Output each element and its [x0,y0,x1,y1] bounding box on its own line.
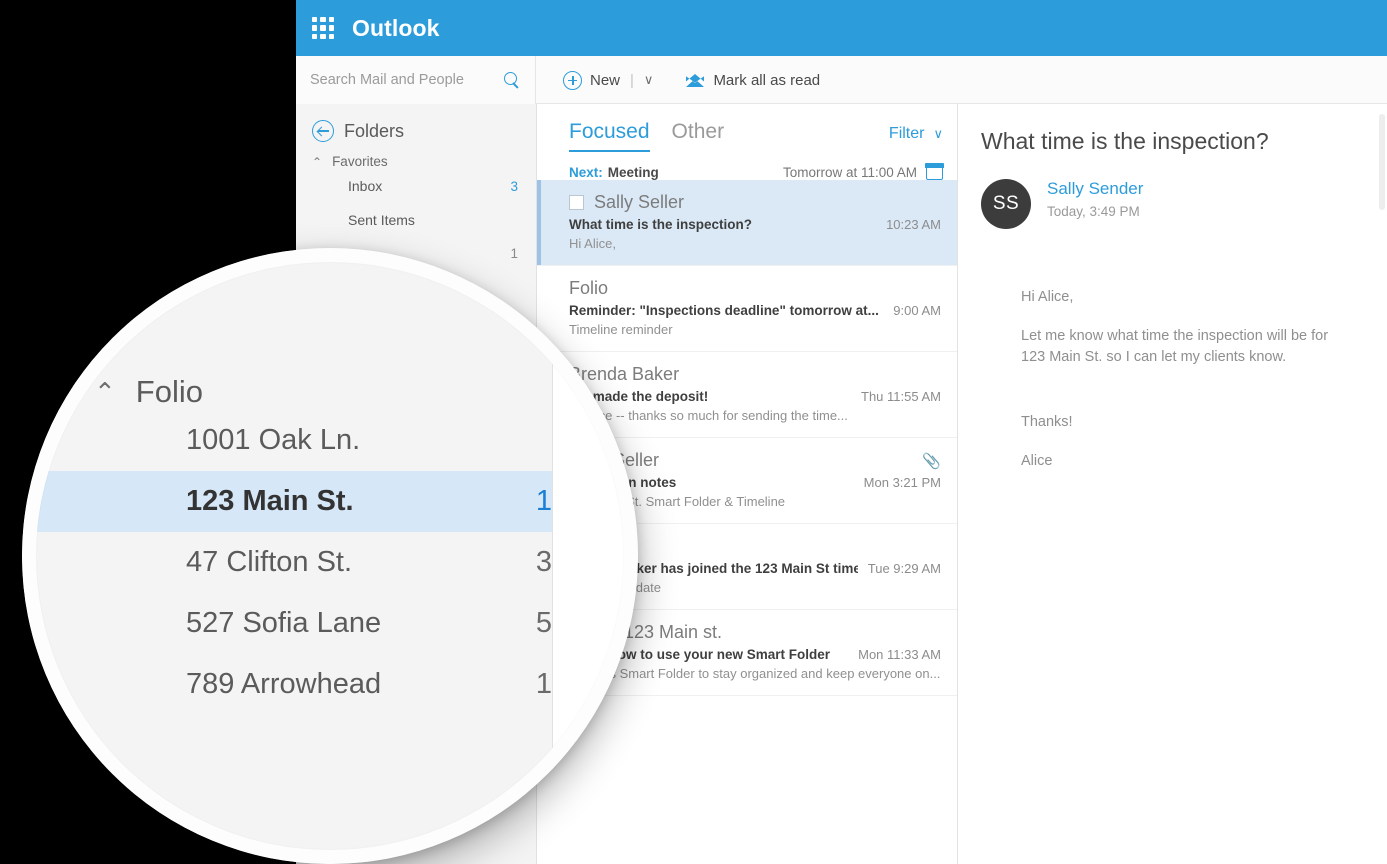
scrollbar[interactable] [1379,112,1385,764]
magnified-folder-label: 527 Sofia Lane [186,607,382,639]
sidebar-group-label: Favorites [332,154,388,169]
message-sender: Sally Seller [594,192,685,212]
page-title: Outlook [352,14,440,41]
message-preview: Use this Smart Folder to stay organized … [569,666,941,681]
mark-all-as-read-label: Mark all as read [713,71,821,89]
folders-label: Folders [344,120,405,141]
message-time: Mon 11:33 AM [858,647,941,662]
search-box[interactable] [296,56,536,104]
app-grid-icon[interactable] [312,17,334,39]
body-line: Hi Alice, [1021,289,1074,305]
magnified-folder-row[interactable]: 789 Arrowhead 1 [36,654,624,715]
magnified-folder-row[interactable]: 1001 Oak Ln. [36,410,624,471]
filter-button[interactable]: Filter ∨ [889,125,943,143]
new-button[interactable]: New | ∨ [563,70,654,90]
message-from-block: SS Sally Sender Today, 3:49 PM [959,155,1387,229]
new-button-label: New [590,71,621,89]
magnified-folder-label: 47 Clifton St. [186,546,353,578]
calendar-icon[interactable] [925,163,944,180]
message-subject: What time is the inspection? [569,217,753,232]
body-line: Thanks! [1021,414,1073,431]
tab-focused[interactable]: Focused [569,120,650,152]
avatar: SS [981,179,1031,229]
magnified-folder-label: 123 Main St. [186,485,354,517]
magnified-folder-list: ⌃ Folio 1001 Oak Ln. 123 Main St. 1 47 C… [36,262,624,850]
magnified-group-folio[interactable]: ⌃ Folio [36,262,624,410]
search-input[interactable] [310,72,500,88]
search-icon[interactable] [504,71,521,89]
pivot-row: Focused Other Filter ∨ [569,120,943,152]
list-item-top: Folio [569,278,941,299]
list-item-mid: Reminder: "Inspections deadline" tomorro… [569,303,941,318]
magnified-folder-row-selected[interactable]: 123 Main St. 1 [36,471,624,532]
message-time: 9:00 AM [893,303,941,318]
sidebar-item-label: Inbox [348,178,383,194]
screenshot-stage: Outlook New | ∨ [0,0,1387,864]
list-item-mid: What time is the inspection? 10:23 AM [569,217,941,232]
message-preview: Timeline reminder [569,322,673,337]
scrollbar-thumb[interactable] [1379,114,1385,210]
magnified-folder-row[interactable]: 527 Sofia Lane 5 [36,593,624,654]
magnified-folder-label: 789 Arrowhead [186,668,382,700]
command-bar: New | ∨ Mark all as read [537,56,852,104]
next-event-title: Meeting [607,164,659,180]
chevron-up-icon: ⌃ [312,154,323,169]
toolbar: New | ∨ Mark all as read [296,56,1387,104]
message-preview: Hi Alice -- thanks so much for sending t… [569,408,848,423]
chevron-down-icon[interactable]: ∨ [644,72,654,88]
list-item-mid: Learn how to use your new Smart Folder M… [569,647,941,662]
back-arrow-icon[interactable] [312,120,334,142]
app-header: Outlook [296,0,1387,56]
magnified-list-pane-edge [552,262,624,850]
message-subject-heading: What time is the inspection? [981,128,1269,154]
magnified-folder-label: 1001 Oak Ln. [186,424,361,456]
envelope-icon [685,73,705,88]
body-line: Let me know what time the inspection wil… [1021,328,1329,366]
chevron-up-icon: ⌃ [94,377,116,407]
plus-circle-icon [563,70,582,90]
sidebar-item-sent-items[interactable]: Sent Items [296,203,536,237]
attachment-icon: 📎 [922,452,941,470]
folders-header[interactable]: Folders [296,104,536,142]
sender-name[interactable]: Sally Sender [1047,179,1143,199]
message-time: Mon 3:21 PM [863,475,941,490]
message-time: 10:23 AM [886,217,941,232]
mark-all-as-read-button[interactable]: Mark all as read [685,72,820,89]
message-list-header: Focused Other Filter ∨ Next: Meeting Tom… [537,104,957,180]
filter-label: Filter [888,125,925,142]
reading-pane: What time is the inspection? SS Sally Se… [959,104,1387,864]
sidebar-item-label: Sent Items [348,212,415,228]
next-event-label: Next: [569,164,603,180]
message-preview: Hi Alice, [569,236,616,251]
sent-date: Today, 3:49 PM [1047,204,1140,219]
magnifier-content: ⌃ Folio 1001 Oak Ln. 123 Main St. 1 47 C… [36,262,624,850]
message-checkbox[interactable] [569,195,584,210]
list-item-top: Brenda Baker [569,364,941,385]
magnifier-loupe: ⌃ Folio 1001 Oak Ln. 123 Main St. 1 47 C… [22,248,638,864]
new-divider: | [630,71,634,89]
sidebar-group-favorites[interactable]: ⌃ Favorites [296,142,536,169]
message-time: Tue 9:29 AM [867,561,941,576]
message-time: Thu 11:55 AM [861,389,941,404]
magnified-group-label: Folio [135,374,203,409]
sidebar-item-inbox[interactable]: Inbox 3 [296,169,536,203]
body-line: Alice [1021,453,1053,470]
sidebar-item-count: 3 [510,178,518,194]
tab-other[interactable]: Other [672,120,725,150]
from-text: Sally Sender Today, 3:49 PM [1047,179,1143,229]
next-event-time: Tomorrow at 11:00 AM [782,164,917,180]
next-event-row[interactable]: Next: Meeting Tomorrow at 11:00 AM [569,163,944,180]
chevron-down-icon: ∨ [933,126,943,141]
magnified-folder-row[interactable]: 47 Clifton St. 3 [36,532,624,593]
list-item-mid: We made the deposit! Thu 11:55 AM [569,389,941,404]
list-item-top: Sally Seller [569,192,941,213]
message-body: Hi Alice, Let me know what time the insp… [959,229,1387,472]
list-item[interactable]: Sally Seller What time is the inspection… [537,180,957,266]
sidebar-item-count: 1 [510,246,518,261]
